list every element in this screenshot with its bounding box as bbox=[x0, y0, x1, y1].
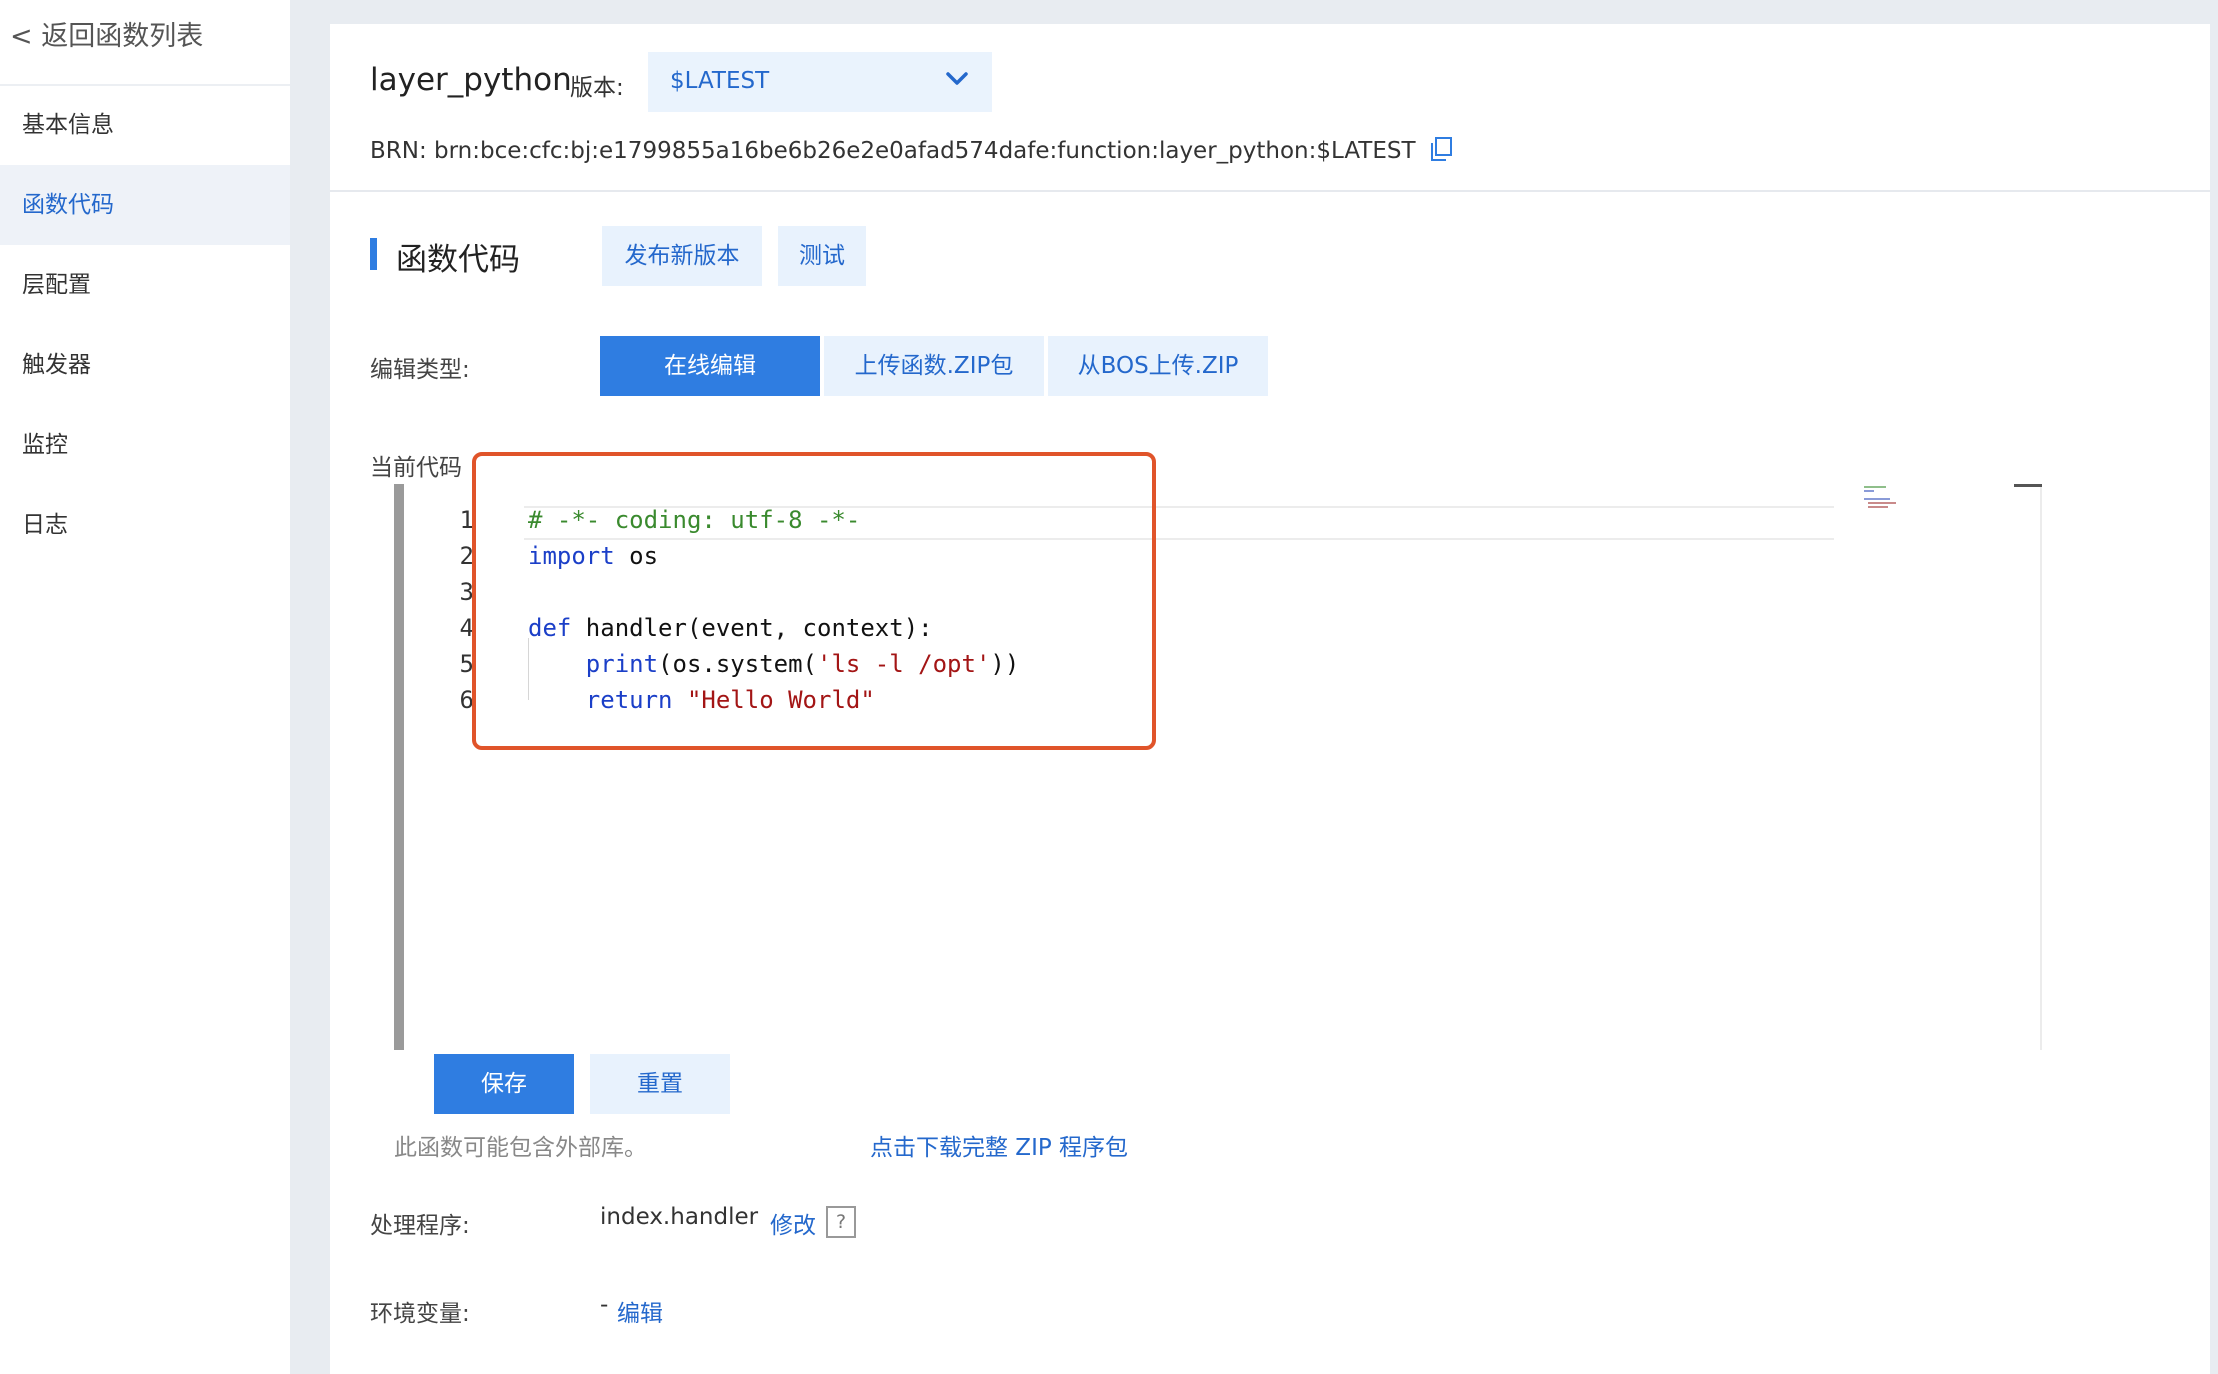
test-button[interactable]: 测试 bbox=[778, 226, 866, 286]
edit-type-online-option[interactable]: 在线编辑 bbox=[600, 336, 820, 396]
brn-line: BRN: brn:bce:cfc:bj:e1799855a16be6b26e2e… bbox=[370, 136, 1453, 164]
line-number: 2 bbox=[459, 542, 474, 570]
sidebar-item-function-code[interactable]: 函数代码 bbox=[0, 165, 290, 245]
copy-icon[interactable] bbox=[1429, 136, 1453, 162]
editor-scrollbar[interactable] bbox=[2040, 484, 2042, 1050]
sidebar-item-basic-info[interactable]: 基本信息 bbox=[0, 85, 290, 165]
section-accent-bar bbox=[370, 238, 377, 270]
sidebar-item-label: 监控 bbox=[22, 432, 68, 458]
back-to-function-list-link[interactable]: < 返回函数列表 bbox=[10, 14, 203, 53]
env-vars-label: 环境变量: bbox=[370, 1301, 470, 1327]
sidebar-item-label: 层配置 bbox=[22, 272, 91, 298]
version-select[interactable]: $LATEST bbox=[648, 52, 992, 112]
version-select-value: $LATEST bbox=[670, 68, 770, 94]
code-line: def handler(event, context): bbox=[528, 614, 933, 642]
sidebar: < 返回函数列表 基本信息 函数代码 层配置 触发器 监控 日志 bbox=[0, 0, 290, 1374]
code-line: print(os.system('ls -l /opt')) bbox=[585, 650, 1020, 678]
sidebar-item-logs[interactable]: 日志 bbox=[0, 485, 290, 565]
sidebar-item-label: 触发器 bbox=[22, 352, 91, 378]
edit-type-bos-zip-option[interactable]: 从BOS上传.ZIP bbox=[1048, 336, 1268, 396]
line-number: 6 bbox=[459, 686, 474, 714]
main-panel: layer_python 版本: $LATEST BRN: brn:bce:cf… bbox=[330, 24, 2210, 1374]
edit-type-label: 编辑类型: bbox=[370, 357, 470, 383]
code-editor[interactable]: 1 2 3 4 5 6 # -*- coding: utf-8 -*- impo… bbox=[394, 484, 2042, 1050]
external-library-note: 此函数可能包含外部库。 bbox=[394, 1135, 647, 1161]
chevron-down-icon bbox=[946, 72, 968, 85]
handler-value: index.handler bbox=[600, 1204, 759, 1230]
line-number: 3 bbox=[459, 578, 474, 606]
sidebar-item-layer-config[interactable]: 层配置 bbox=[0, 245, 290, 325]
brn-text: BRN: brn:bce:cfc:bj:e1799855a16be6b26e2e… bbox=[370, 138, 1416, 164]
save-button[interactable]: 保存 bbox=[434, 1054, 574, 1114]
header-divider bbox=[330, 190, 2210, 192]
section-title: 函数代码 bbox=[396, 242, 520, 278]
version-label: 版本: bbox=[570, 75, 624, 101]
sidebar-item-label: 日志 bbox=[22, 512, 68, 538]
function-name: layer_python bbox=[370, 62, 572, 98]
env-vars-value: - bbox=[600, 1292, 609, 1318]
edit-type-upload-zip-option[interactable]: 上传函数.ZIP包 bbox=[824, 336, 1044, 396]
editor-scroll-thumb[interactable] bbox=[2014, 484, 2042, 487]
code-line: # -*- coding: utf-8 -*- bbox=[528, 506, 861, 534]
help-icon[interactable]: ? bbox=[826, 1206, 856, 1238]
current-code-label: 当前代码 bbox=[370, 455, 462, 481]
line-number: 5 bbox=[459, 650, 474, 678]
line-number: 4 bbox=[459, 614, 474, 642]
sidebar-item-label: 函数代码 bbox=[22, 192, 114, 218]
editor-minimap[interactable] bbox=[1864, 484, 1934, 514]
sidebar-item-triggers[interactable]: 触发器 bbox=[0, 325, 290, 405]
reset-button[interactable]: 重置 bbox=[590, 1054, 730, 1114]
sidebar-item-monitoring[interactable]: 监控 bbox=[0, 405, 290, 485]
editor-gutter bbox=[394, 484, 404, 1050]
line-number: 1 bbox=[459, 506, 474, 534]
sidebar-item-label: 基本信息 bbox=[22, 112, 114, 138]
handler-label: 处理程序: bbox=[370, 1213, 470, 1239]
download-zip-link[interactable]: 点击下载完整 ZIP 程序包 bbox=[870, 1128, 1128, 1162]
code-line: return "Hello World" bbox=[585, 686, 875, 714]
publish-new-version-button[interactable]: 发布新版本 bbox=[602, 226, 762, 286]
code-line: import os bbox=[528, 542, 659, 570]
env-vars-edit-link[interactable]: 编辑 bbox=[617, 1294, 663, 1328]
handler-edit-link[interactable]: 修改 bbox=[770, 1206, 816, 1240]
